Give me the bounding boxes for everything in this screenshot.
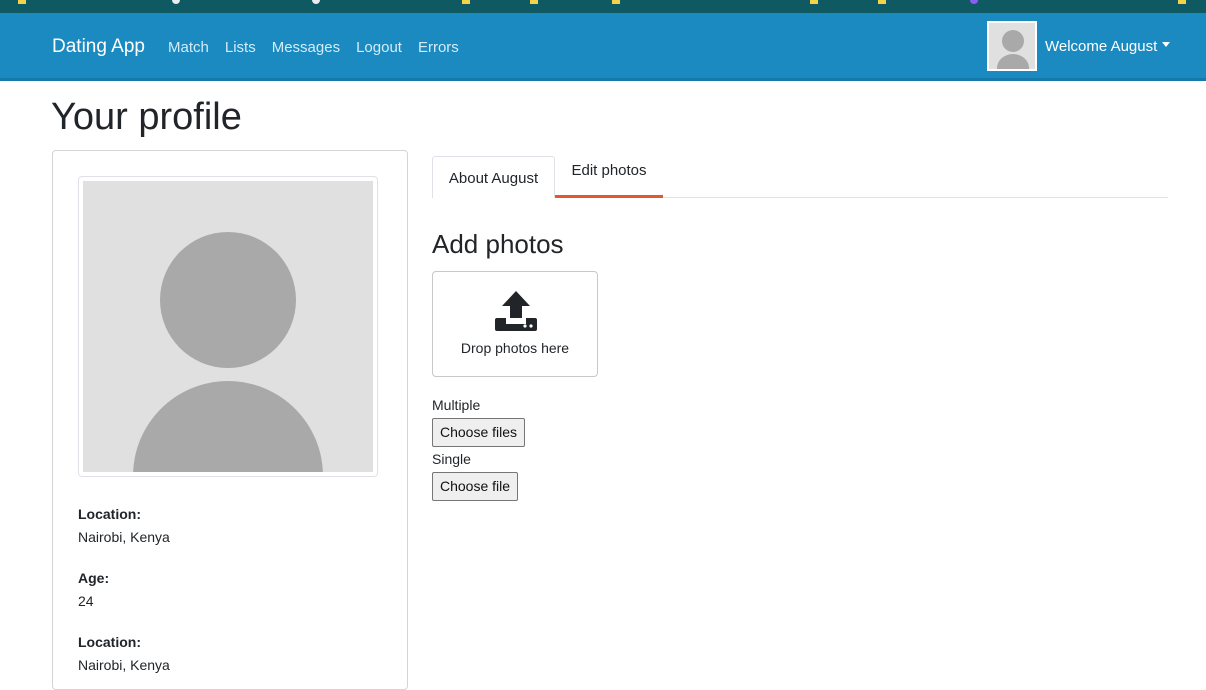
multiple-label: Multiple xyxy=(432,397,481,413)
profile-field-age: Age: 24 xyxy=(78,570,109,609)
caret-down-icon xyxy=(1162,42,1171,48)
nav-link-logout[interactable]: Logout xyxy=(356,39,402,56)
bookmark-icon[interactable] xyxy=(810,0,818,4)
top-navbar: Dating App Match Lists Messages Logout E… xyxy=(0,13,1206,81)
welcome-text[interactable]: Welcome August xyxy=(1045,37,1171,55)
tab-edit-photos[interactable]: Edit photos xyxy=(555,156,663,198)
bookmark-icon[interactable] xyxy=(612,0,620,4)
field-value: 24 xyxy=(78,593,94,609)
nav-link-errors[interactable]: Errors xyxy=(418,39,459,56)
bookmark-icon[interactable] xyxy=(970,0,978,4)
profile-field-location: Location: Nairobi, Kenya xyxy=(78,506,170,545)
bookmark-icon[interactable] xyxy=(878,0,886,4)
bookmark-icon[interactable] xyxy=(18,0,26,4)
photo-drop-zone[interactable]: Drop photos here xyxy=(432,271,598,377)
avatar xyxy=(987,21,1037,71)
brand-link[interactable]: Dating App xyxy=(52,36,145,58)
field-label: Location: xyxy=(78,506,141,522)
page-title: Your profile xyxy=(51,96,242,138)
choose-files-button[interactable]: Choose files xyxy=(432,418,526,447)
bookmark-icon[interactable] xyxy=(530,0,538,4)
drop-zone-text: Drop photos here xyxy=(460,340,570,356)
nav-link-match[interactable]: Match xyxy=(168,39,209,56)
bookmark-icon[interactable] xyxy=(462,0,470,4)
profile-photo-placeholder xyxy=(83,181,373,472)
tab-about[interactable]: About August xyxy=(432,156,555,198)
nav-links: Match Lists Messages Logout Errors xyxy=(168,39,459,56)
welcome-label: Welcome August xyxy=(1045,37,1158,55)
profile-card: Location: Nairobi, Kenya Age: 24 Locatio… xyxy=(52,150,408,690)
field-label: Age: xyxy=(78,570,110,586)
field-label: Location: xyxy=(78,634,141,650)
bookmark-icon[interactable] xyxy=(172,0,180,4)
add-photos-heading: Add photos xyxy=(432,229,564,259)
nav-link-messages[interactable]: Messages xyxy=(272,39,340,56)
user-menu-dropdown[interactable]: Welcome August xyxy=(987,21,1171,71)
profile-tabs: About August Edit photos xyxy=(432,156,1168,198)
choose-file-button[interactable]: Choose file xyxy=(432,472,519,501)
upload-icon xyxy=(495,291,537,331)
field-value: Nairobi, Kenya xyxy=(78,529,170,545)
profile-field-location-2: Location: Nairobi, Kenya xyxy=(78,634,170,673)
bookmarks-bar xyxy=(0,0,1206,13)
single-label: Single xyxy=(432,451,471,467)
field-value: Nairobi, Kenya xyxy=(78,657,170,673)
bookmark-icon[interactable] xyxy=(312,0,320,4)
profile-photo-frame xyxy=(78,176,378,477)
nav-link-lists[interactable]: Lists xyxy=(225,39,256,56)
bookmark-icon[interactable] xyxy=(1178,0,1186,4)
